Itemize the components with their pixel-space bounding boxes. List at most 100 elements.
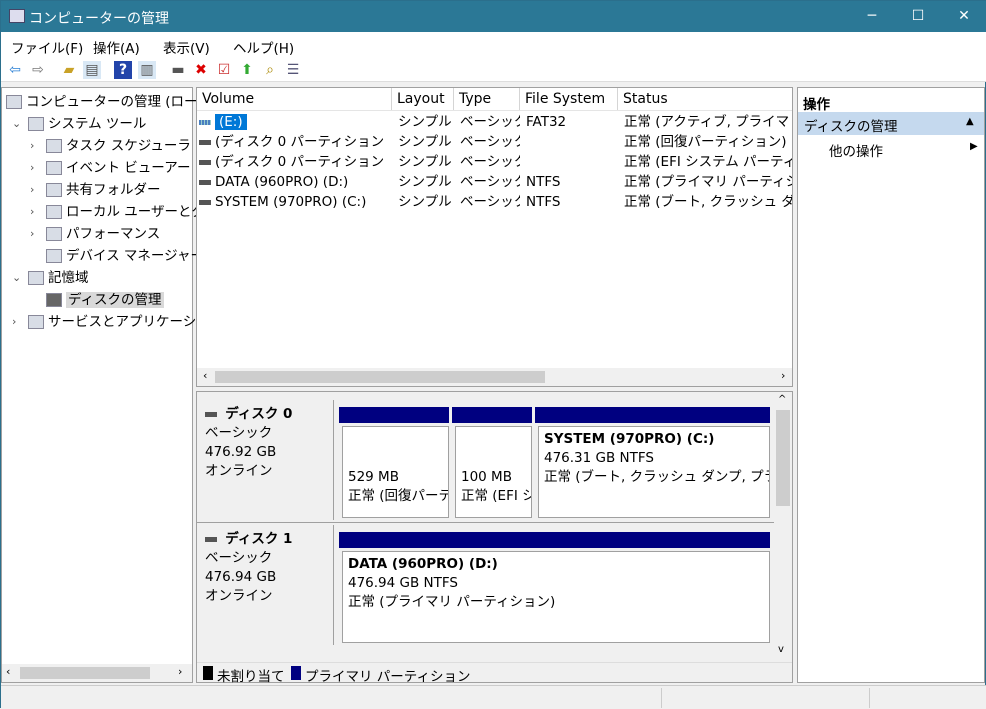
disk-view-vertical-scrollbar[interactable]: ^ v bbox=[774, 392, 792, 660]
scrollbar-thumb[interactable] bbox=[20, 667, 150, 679]
tree-item[interactable]: 記憶域 bbox=[28, 268, 89, 288]
window-title: コンピューターの管理 bbox=[29, 11, 169, 27]
tree-expander[interactable]: › bbox=[30, 227, 34, 240]
back-arrow-icon[interactable]: ⇦ bbox=[6, 61, 24, 79]
tree-expander[interactable]: ⌄ bbox=[12, 271, 21, 284]
volume-row[interactable]: DATA (960PRO) (D:) シンプルベーシック NTFS 正常 (プライマリ… bbox=[197, 172, 792, 192]
disk-icon bbox=[205, 536, 217, 542]
title-bar: コンピューターの管理 ─ ☐ ✕ bbox=[1, 1, 986, 32]
show-hide-action-pane-icon[interactable]: ▥ bbox=[138, 61, 156, 79]
volume-cell: シンプル bbox=[398, 152, 454, 172]
scrollbar-thumb[interactable] bbox=[215, 371, 545, 383]
tree-horizontal-scrollbar[interactable]: ‹ › bbox=[2, 664, 192, 682]
tree-item[interactable]: デバイス マネージャー bbox=[46, 246, 204, 266]
disk-label[interactable]: ディスク 0 ベーシック 476.92 GB オンライン bbox=[197, 400, 334, 520]
up-folder-icon[interactable]: ▰ bbox=[60, 61, 78, 79]
more-actions-item[interactable]: 他の操作 ▶ bbox=[798, 138, 984, 160]
partition-bar bbox=[339, 532, 770, 548]
tree-item[interactable]: パフォーマンス bbox=[46, 224, 160, 244]
volume-cell-text: (ディスク 0 パーティション 1) bbox=[215, 134, 388, 150]
tree-expander[interactable]: › bbox=[30, 183, 34, 196]
partition-status: 正常 (EFI システム パーティション) bbox=[461, 488, 531, 504]
volume-row[interactable]: SYSTEM (970PRO) (C:) シンプルベーシック NTFS 正常 (ブート… bbox=[197, 192, 792, 212]
close-button[interactable]: ✕ bbox=[941, 1, 986, 32]
tree-expander[interactable]: › bbox=[30, 161, 34, 174]
properties-icon[interactable]: ☑ bbox=[215, 61, 233, 79]
column-volume[interactable]: Volume bbox=[197, 88, 392, 110]
disk-type: ベーシック bbox=[205, 425, 273, 441]
column-type[interactable]: Type bbox=[454, 88, 520, 110]
collapse-up-icon[interactable]: ▲ bbox=[966, 116, 974, 127]
drive-icon bbox=[199, 139, 211, 145]
disk-state: オンライン bbox=[205, 463, 273, 479]
tree-node-icon bbox=[46, 205, 62, 219]
tree-expander[interactable]: › bbox=[12, 315, 16, 328]
menu-action[interactable]: 操作(A) bbox=[93, 37, 140, 57]
tree-item[interactable]: システム ツール bbox=[28, 114, 146, 134]
tree-item[interactable]: ディスクの管理 bbox=[46, 290, 164, 310]
scrollbar-thumb[interactable] bbox=[776, 410, 790, 506]
column-layout[interactable]: Layout bbox=[392, 88, 454, 110]
column-file-system[interactable]: File System bbox=[520, 88, 618, 110]
help-icon[interactable]: ? bbox=[114, 61, 132, 79]
partition-box[interactable]: SYSTEM (970PRO) (C:) 476.31 GB NTFS 正常 (ブー… bbox=[538, 426, 770, 518]
volume-cell-text: シンプル bbox=[398, 114, 452, 130]
partition-size: 100 MB bbox=[461, 469, 512, 485]
legend-swatch-unallocated bbox=[203, 666, 213, 680]
volume-cell: シンプル bbox=[398, 132, 454, 152]
tree-node-icon bbox=[46, 293, 62, 307]
connect-drive-icon[interactable]: ▬ bbox=[169, 61, 187, 79]
volume-cell: シンプル bbox=[398, 192, 454, 212]
volume-row[interactable]: (E:) シンプルベーシック FAT32 正常 (アクティブ, プライマリ パーティシ… bbox=[197, 112, 792, 132]
disk-label[interactable]: ディスク 1 ベーシック 476.94 GB オンライン bbox=[197, 525, 334, 645]
actions-section-disk-management[interactable]: ディスクの管理 ▲ bbox=[798, 112, 984, 135]
volume-cell: ベーシック bbox=[460, 192, 520, 212]
tree-item[interactable]: 共有フォルダー bbox=[46, 180, 161, 200]
partition-status: 正常 (プライマリ パーティション) bbox=[348, 594, 556, 610]
legend-swatch-primary bbox=[291, 666, 301, 680]
volume-cell: FAT32 bbox=[526, 112, 618, 132]
tree-item[interactable]: イベント ビューアー bbox=[46, 158, 190, 178]
menu-view[interactable]: 表示(V) bbox=[163, 37, 210, 57]
tree-expander[interactable]: › bbox=[30, 205, 34, 218]
volume-cell: NTFS bbox=[526, 192, 618, 212]
search-icon[interactable]: ⌕ bbox=[261, 61, 279, 79]
volume-cell-text: 正常 (プライマリ パーティション) bbox=[624, 174, 792, 190]
volume-cell-text: SYSTEM (970PRO) (C:) bbox=[215, 194, 367, 210]
minimize-button[interactable]: ─ bbox=[849, 1, 895, 32]
tree-item[interactable]: サービスとアプリケーション bbox=[28, 312, 223, 332]
partition-size: 476.94 GB NTFS bbox=[348, 575, 458, 591]
volume-cell: ベーシック bbox=[460, 132, 520, 152]
partition-size: 529 MB bbox=[348, 469, 399, 485]
volume-cell: (ディスク 0 パーティション 2) bbox=[199, 152, 388, 172]
partition-size: 476.31 GB NTFS bbox=[544, 450, 654, 466]
partition-title bbox=[348, 449, 443, 468]
delete-icon[interactable]: ✖ bbox=[192, 61, 210, 79]
menu-help[interactable]: ヘルプ(H) bbox=[233, 37, 294, 57]
tree-expander[interactable]: › bbox=[30, 139, 34, 152]
volume-list-horizontal-scrollbar[interactable]: ‹ › bbox=[197, 368, 792, 386]
volume-row[interactable]: (ディスク 0 パーティション 2) シンプルベーシック 正常 (EFI システム … bbox=[197, 152, 792, 172]
volume-cell: 正常 (アクティブ, プライマリ パーティション) bbox=[624, 112, 792, 132]
partition-box[interactable]: 529 MB 正常 (回復パーティション) bbox=[342, 426, 449, 518]
legend-unallocated: 未割り当て bbox=[217, 669, 285, 685]
console-tree: コンピューターの管理 (ローカル) ⌄ システム ツール › タスク スケジューラ › イベ… bbox=[1, 87, 245, 683]
show-hide-tree-icon[interactable]: ▤ bbox=[83, 61, 101, 79]
partition-box[interactable]: DATA (960PRO) (D:) 476.94 GB NTFS 正常 (プライマ… bbox=[342, 551, 770, 643]
column-status[interactable]: Status bbox=[618, 88, 792, 110]
disk-state: オンライン bbox=[205, 588, 273, 604]
partition-bar bbox=[535, 407, 770, 423]
drive-icon bbox=[199, 179, 211, 185]
upload-icon[interactable]: ⬆ bbox=[238, 61, 256, 79]
tree-expander[interactable]: ⌄ bbox=[12, 117, 21, 130]
menu-file[interactable]: ファイル(F) bbox=[11, 37, 83, 57]
volume-cell: ベーシック bbox=[460, 172, 520, 192]
forward-arrow-icon[interactable]: ⇨ bbox=[29, 61, 47, 79]
volume-row[interactable]: (ディスク 0 パーティション 1) シンプルベーシック 正常 (回復パーティション… bbox=[197, 132, 792, 152]
tree-item[interactable]: タスク スケジューラ bbox=[46, 136, 191, 156]
partition-box[interactable]: 100 MB 正常 (EFI システム パーティション) bbox=[455, 426, 532, 518]
disk-size: 476.92 GB bbox=[205, 444, 277, 460]
maximize-button[interactable]: ☐ bbox=[895, 1, 941, 32]
tree-item-label: システム ツール bbox=[48, 116, 147, 132]
checklist-icon[interactable]: ☰ bbox=[284, 61, 302, 79]
